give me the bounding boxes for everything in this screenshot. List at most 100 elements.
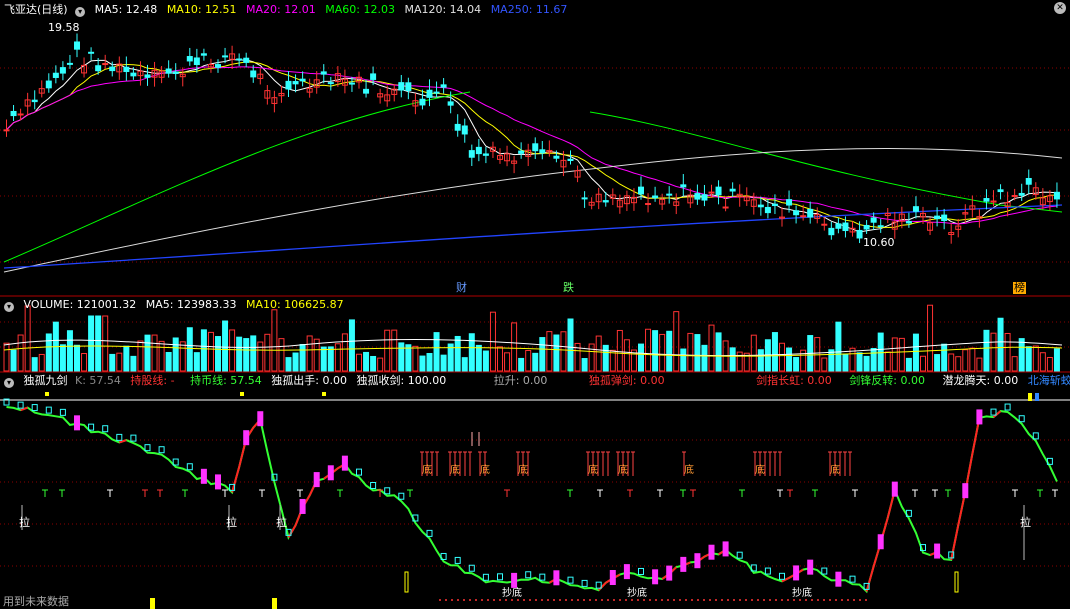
volume-bar [461,357,468,372]
candle-body [729,188,736,192]
volume-bar [701,344,708,372]
bottom-dot [751,599,753,601]
volume-bar [1018,338,1025,372]
yellow-marker [322,392,326,396]
volume-bar [525,350,532,372]
volume-bar [518,357,525,372]
indicator-box [1004,403,1011,411]
bottom-dot [835,599,837,601]
ind-dragon: 潜龙腾天: 0.00 [942,374,1019,387]
volume-bar [1046,356,1053,372]
bottom-dot [499,599,501,601]
indicator-box [398,492,405,500]
event-marker-drop[interactable]: 跌 [563,282,574,294]
candle-body [222,55,229,58]
bottom-dot [649,599,651,601]
indicator-box [17,401,24,409]
candle-body [461,125,468,135]
bottom-mark: 底 [480,465,490,476]
volume-bar [934,354,941,372]
volume-bar [327,346,334,372]
volume-bar [17,334,24,372]
bottom-dot [727,599,729,601]
candle-body [863,224,870,230]
indicator-box [638,567,644,575]
indicator-box [356,468,362,476]
event-marker-rank[interactable]: 榜 [1013,282,1026,294]
volume-bar [179,341,186,372]
volume-bar [130,355,137,372]
indicator-box [341,455,348,471]
chevron-down-icon[interactable]: ▾ [4,302,14,312]
volume-bar [842,353,849,372]
candle-body [285,80,292,90]
volume-bar [433,332,440,372]
indicator-box [525,571,532,579]
volume-bar [271,309,278,372]
volume-bar [165,351,172,372]
rally-mark: 拉 [226,516,237,529]
volume-bar [1053,348,1060,372]
candle-body [52,72,59,78]
indicator-box [45,406,52,414]
ma60-value: MA60: 12.03 [325,3,395,16]
candle-body [236,58,243,61]
volume-bar [123,345,130,372]
bottom-dot [523,599,525,601]
candle-body [200,53,207,56]
chevron-down-icon[interactable]: ▾ [75,7,86,17]
candle-body [680,184,687,188]
bottom-dot [445,599,447,601]
candle-body [764,206,771,214]
volume-bar [257,341,264,372]
volume-bar [116,352,123,372]
indicator-box [539,573,546,581]
bottom-dot [571,599,573,601]
bottom-dot [709,599,711,601]
volume-bar [1011,356,1018,372]
volume-bar [652,330,659,372]
volume-bar [645,328,652,372]
ind-reversal: 剑锋反转: 0.00 [849,374,926,387]
event-marker-finance[interactable]: 财 [456,282,467,294]
volume-bar [398,342,405,372]
chevron-down-icon[interactable]: ▾ [4,378,14,388]
ind-sheathe: 独孤收剑: 100.00 [356,374,447,387]
candle-body [130,72,137,77]
candle-body [419,98,426,106]
yellow-marker [272,598,277,609]
bottom-dot [475,599,477,601]
volume-bar [659,333,666,372]
bottom-dot [817,599,819,601]
volume-bar [948,353,955,372]
volume-bar [384,329,391,372]
buy-bottom-mark: 抄底 [627,588,647,599]
indicator-box [666,565,673,581]
bottom-dot [613,599,615,601]
hold-line-segment [950,525,960,561]
volume-bar [334,343,341,372]
bottom-dot [565,599,567,601]
candle-body [1018,192,1025,196]
volume-bar [475,344,482,372]
candle-body [553,155,560,159]
indicator-box [243,430,250,446]
candle-body [426,89,433,98]
volume-bar [729,347,736,372]
ma60-line [589,111,1063,213]
volume-bar [482,350,489,372]
candle-body [1011,194,1018,197]
volume-value: VOLUME: 121001.32 [23,298,137,311]
indicator-box [891,481,898,497]
volume-bar [222,320,229,372]
hold-line-segment [231,466,241,493]
volume-bar [341,333,348,372]
volume-bar [59,344,66,372]
candle-body [88,51,95,54]
ind-strike: 独孤出手: 0.00 [271,374,347,387]
candle-body [468,150,475,158]
volume-bar [426,353,433,372]
close-icon[interactable]: ✕ [1054,2,1066,14]
candle-body [645,203,652,206]
volume-bar [468,333,475,372]
